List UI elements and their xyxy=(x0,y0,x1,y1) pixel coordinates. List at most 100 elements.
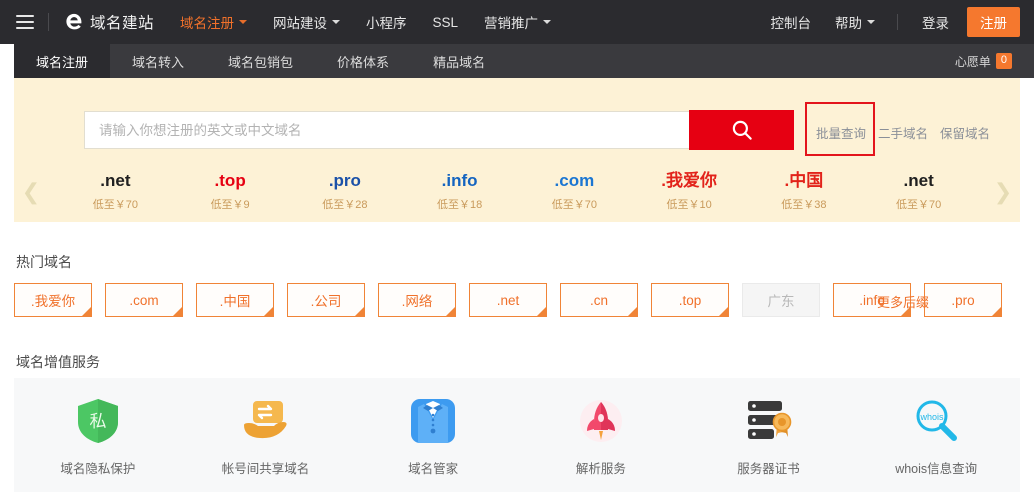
reserved-domain-link[interactable]: 保留域名 xyxy=(940,123,990,142)
hot-chip[interactable]: .中国 xyxy=(196,283,274,317)
nav-label: 营销推广 xyxy=(484,12,538,32)
tld-item[interactable]: .top 低至￥9 xyxy=(192,172,268,213)
shield-privacy-icon: 私 xyxy=(71,394,125,448)
services-title: 域名增值服务 xyxy=(16,352,100,372)
chevron-right-icon[interactable]: ❯ xyxy=(986,179,1020,205)
tld-item[interactable]: .中国 低至￥38 xyxy=(766,172,842,213)
nav-item-miniprogram[interactable]: 小程序 xyxy=(366,12,407,32)
share-hand-icon xyxy=(239,394,293,448)
services-panel: 私 域名隐私保护 帐号间共享域名 xyxy=(14,378,1020,492)
tld-item[interactable]: .net 低至￥70 xyxy=(881,172,957,213)
console-label: 控制台 xyxy=(771,12,812,32)
service-label: 服务器证书 xyxy=(737,458,800,477)
hamburger-icon[interactable] xyxy=(16,15,34,29)
tab-domain-transfer[interactable]: 域名转入 xyxy=(110,44,206,78)
nav-item-marketing[interactable]: 营销推广 xyxy=(484,12,551,32)
corner-fold-icon xyxy=(719,307,728,316)
secondhand-domain-link[interactable]: 二手域名 xyxy=(878,123,928,142)
nav-item-ssl[interactable]: SSL xyxy=(433,15,459,30)
register-button[interactable]: 注册 xyxy=(967,7,1020,37)
corner-fold-icon xyxy=(628,307,637,316)
chevron-down-icon xyxy=(332,20,340,24)
hot-domains-title: 热门域名 xyxy=(16,252,72,272)
tab-premium-domains[interactable]: 精品域名 xyxy=(411,44,507,78)
tld-name: .net xyxy=(100,172,130,191)
hot-chip[interactable]: .pro xyxy=(924,283,1002,317)
tld-name: .我爱你 xyxy=(661,172,717,191)
logo-e-icon xyxy=(63,11,85,33)
batch-query-link[interactable]: 批量查询 xyxy=(816,123,866,142)
chip-label: .公司 xyxy=(311,290,342,310)
nav-item-website-building[interactable]: 网站建设 xyxy=(273,12,340,32)
search-button[interactable] xyxy=(689,110,794,150)
search-input[interactable] xyxy=(99,123,689,138)
service-item-ssl-cert[interactable]: 服务器证书 xyxy=(685,378,853,492)
search-banner: 批量查询 二手域名 保留域名 ❮ .net 低至￥70 .top 低至￥9 .p… xyxy=(14,78,1020,222)
tld-item[interactable]: .我爱你 低至￥10 xyxy=(651,172,727,213)
tabbar-left-pad xyxy=(0,44,14,78)
tld-price: 低至￥18 xyxy=(437,196,482,212)
corner-fold-icon xyxy=(992,307,1001,316)
chevron-down-icon xyxy=(239,20,247,24)
corner-fold-icon xyxy=(446,307,455,316)
tab-domain-register[interactable]: 域名注册 xyxy=(14,44,110,78)
chip-label: .我爱你 xyxy=(31,290,75,310)
tld-name: .net xyxy=(904,172,934,191)
tld-item[interactable]: .net 低至￥70 xyxy=(77,172,153,213)
service-item-privacy[interactable]: 私 域名隐私保护 xyxy=(14,378,182,492)
chevron-down-icon xyxy=(867,20,875,24)
page-root: 域名建站 域名注册 网站建设 小程序 SSL 营销推广 控制台 帮助 xyxy=(0,0,1034,500)
hot-chip[interactable]: .top xyxy=(651,283,729,317)
tld-price: 低至￥70 xyxy=(93,196,138,212)
hot-chip-disabled[interactable]: 广东 xyxy=(742,283,820,317)
corner-fold-icon xyxy=(173,307,182,316)
logo-text: 域名建站 xyxy=(90,11,154,33)
tld-list: .net 低至￥70 .top 低至￥9 .pro 低至￥28 .info 低至… xyxy=(48,172,986,213)
nav-label: 域名注册 xyxy=(180,12,234,32)
tld-item[interactable]: .com 低至￥70 xyxy=(536,172,612,213)
search-row xyxy=(84,110,794,150)
service-label: 解析服务 xyxy=(576,458,626,477)
hot-chip[interactable]: .网络 xyxy=(378,283,456,317)
server-certificate-icon xyxy=(742,394,796,448)
console-link[interactable]: 控制台 xyxy=(771,12,812,32)
wishlist-link[interactable]: 心愿单 0 xyxy=(955,44,1034,78)
tld-name: .中国 xyxy=(785,172,824,191)
header-divider-right xyxy=(897,14,898,30)
login-link[interactable]: 登录 xyxy=(922,12,949,32)
service-item-dns[interactable]: 解析服务 xyxy=(517,378,685,492)
hot-chip[interactable]: .com xyxy=(105,283,183,317)
tab-pricing[interactable]: 价格体系 xyxy=(315,44,411,78)
chip-label: .cn xyxy=(590,293,608,308)
tld-price: 低至￥70 xyxy=(896,196,941,212)
tld-price: 低至￥9 xyxy=(211,196,250,212)
chevron-down-icon xyxy=(543,20,551,24)
service-label: 帐号间共享域名 xyxy=(222,458,310,477)
service-item-whois[interactable]: whois whois信息查询 xyxy=(852,378,1020,492)
hot-chip[interactable]: .我爱你 xyxy=(14,283,92,317)
chevron-left-icon[interactable]: ❮ xyxy=(14,179,48,205)
svg-text:私: 私 xyxy=(89,412,106,431)
hot-chip[interactable]: .cn xyxy=(560,283,638,317)
hot-chip[interactable]: .公司 xyxy=(287,283,365,317)
service-item-butler[interactable]: 域名管家 xyxy=(349,378,517,492)
more-suffix-link[interactable]: 更多后缀 xyxy=(877,292,929,311)
tab-domain-package[interactable]: 域名包销包 xyxy=(206,44,315,78)
corner-fold-icon xyxy=(537,307,546,316)
chip-label: .net xyxy=(497,293,520,308)
nav-item-domain-register[interactable]: 域名注册 xyxy=(180,12,247,32)
hot-chip[interactable]: .net xyxy=(469,283,547,317)
search-icon xyxy=(729,117,755,143)
nav-label: SSL xyxy=(433,15,459,30)
tld-item[interactable]: .pro 低至￥28 xyxy=(307,172,383,213)
header-right-group: 控制台 帮助 登录 注册 xyxy=(747,7,1021,37)
service-item-share[interactable]: 帐号间共享域名 xyxy=(182,378,350,492)
site-logo[interactable]: 域名建站 xyxy=(63,11,154,33)
corner-fold-icon xyxy=(264,307,273,316)
help-menu[interactable]: 帮助 xyxy=(835,12,875,32)
tld-name: .pro xyxy=(329,172,361,191)
top-header: 域名建站 域名注册 网站建设 小程序 SSL 营销推广 控制台 帮助 xyxy=(0,0,1034,44)
service-label: whois信息查询 xyxy=(895,458,977,477)
search-input-wrapper[interactable] xyxy=(84,111,689,149)
tld-item[interactable]: .info 低至￥18 xyxy=(422,172,498,213)
